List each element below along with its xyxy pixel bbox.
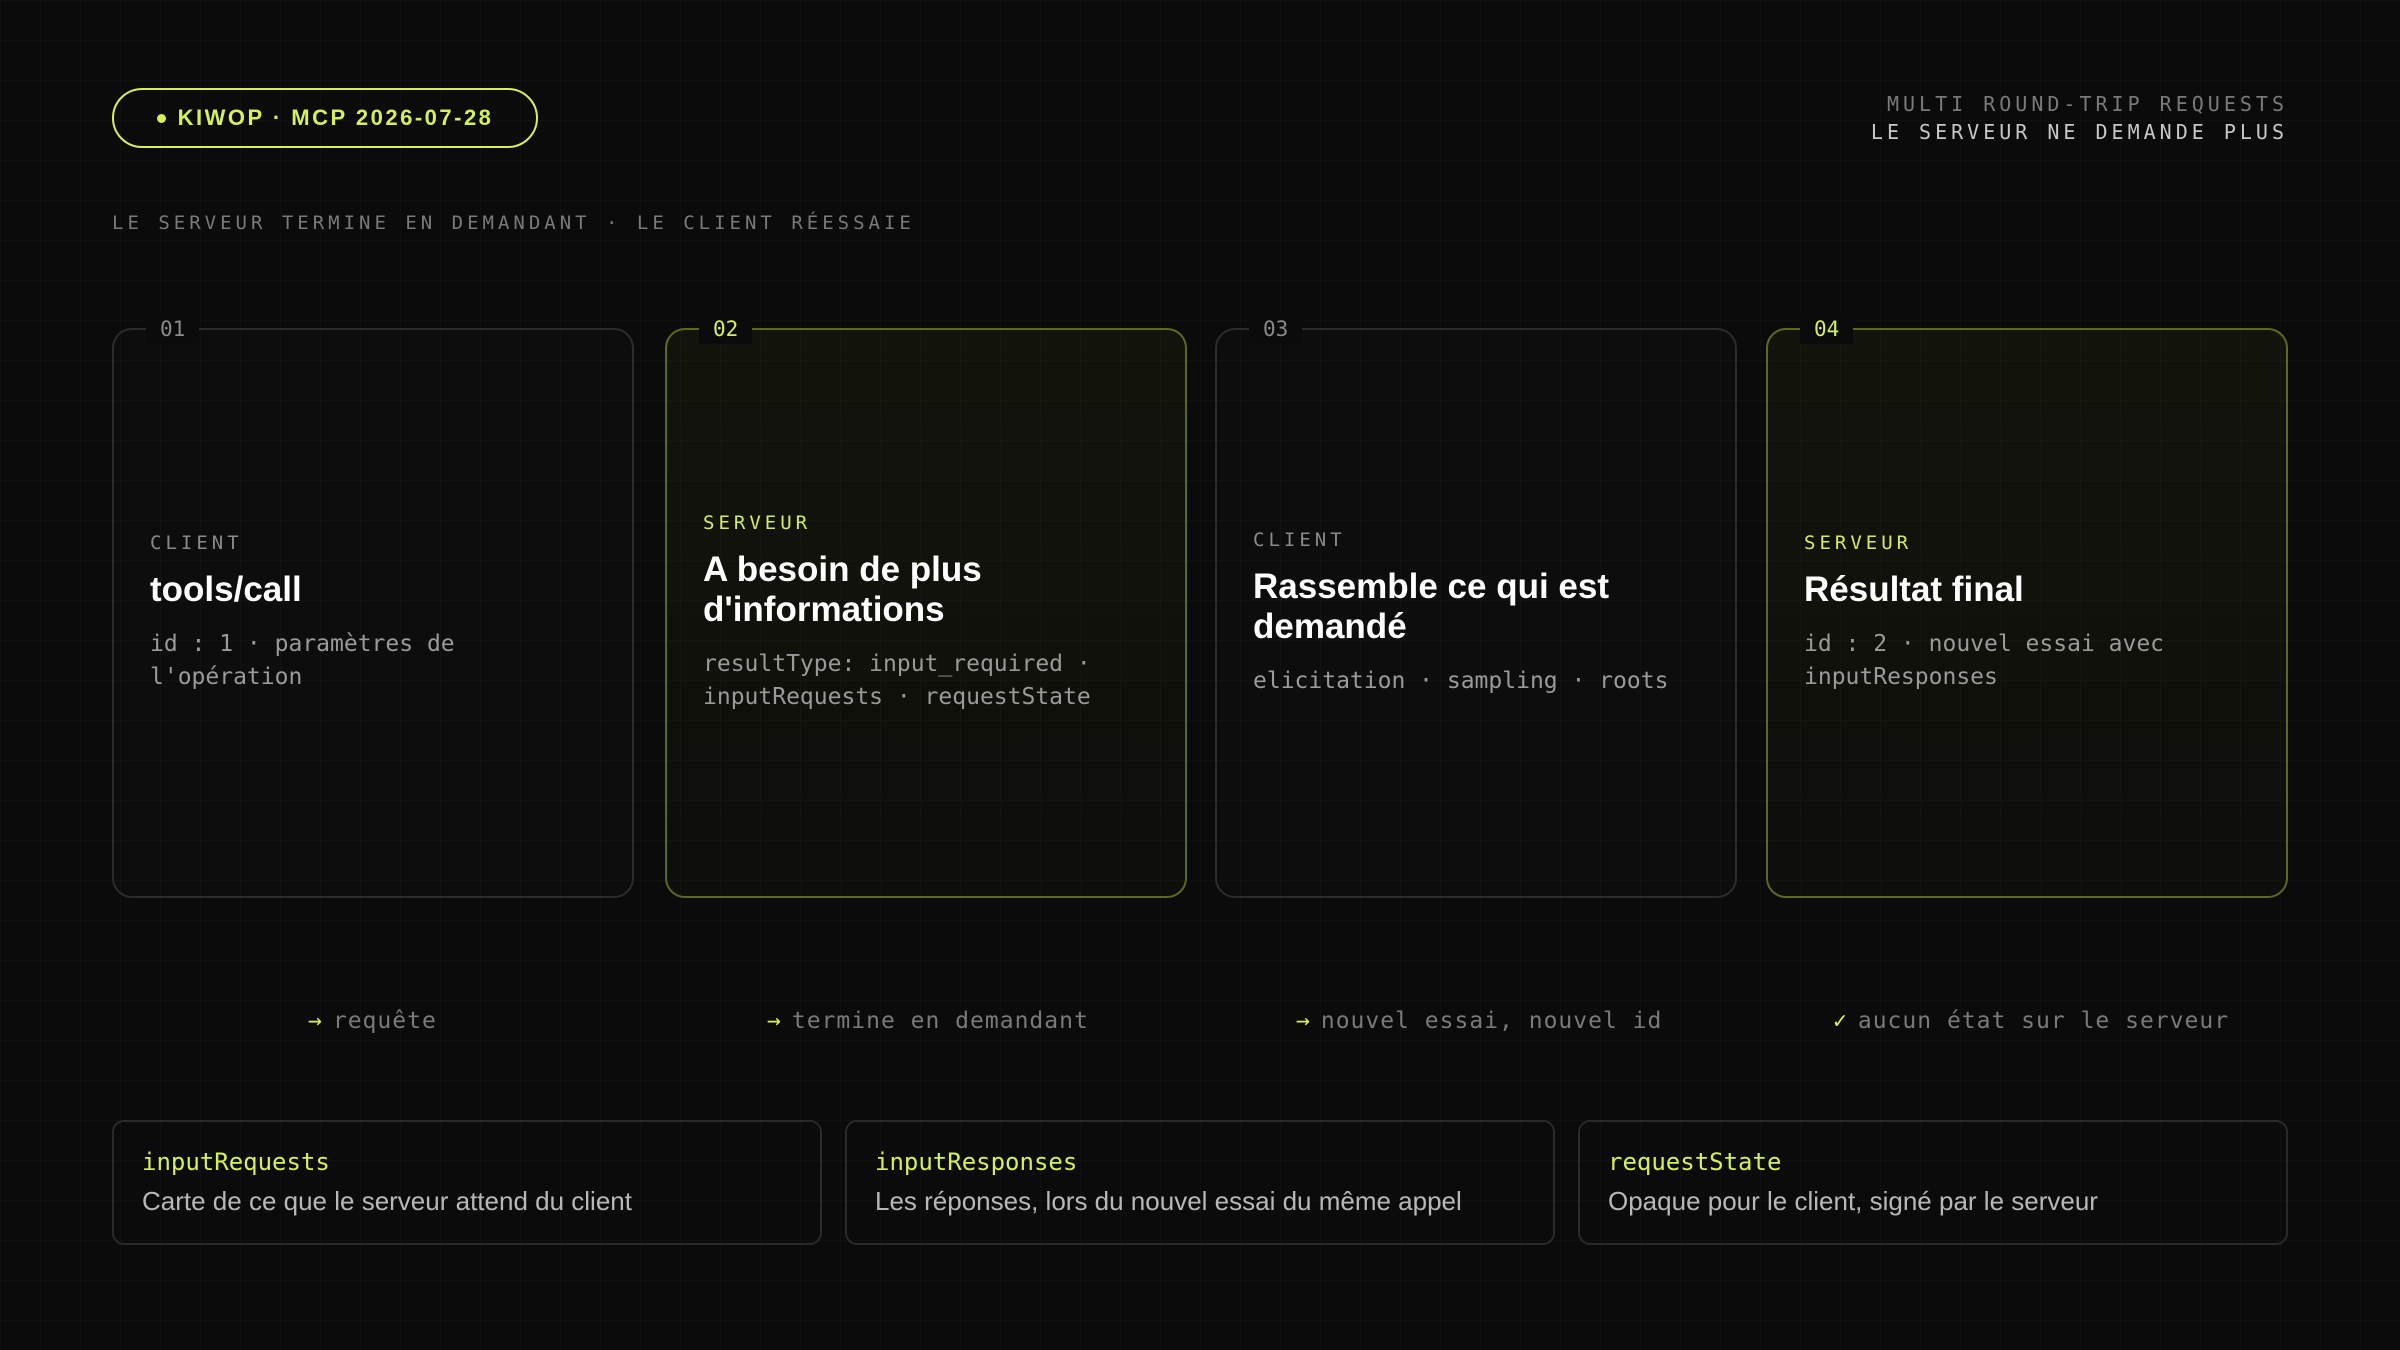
header-tagline: MULTI ROUND-TRIP REQUESTS LE SERVEUR NE …	[1871, 90, 2288, 146]
field-description: Opaque pour le client, signé par le serv…	[1608, 1186, 2098, 1216]
step-card-1: 01 CLIENT tools/call id : 1 · paramètres…	[112, 314, 634, 898]
arrow-right-icon: →	[767, 1008, 782, 1034]
version-badge: KIWOP · MCP 2026-07-28	[112, 88, 538, 148]
caption-3: → nouvel essai, nouvel id	[1296, 1008, 1662, 1034]
field-key: inputResponses	[875, 1148, 1078, 1176]
field-box-request-state: requestState Opaque pour le client, sign…	[1578, 1120, 2288, 1245]
step-card-3: 03 CLIENT Rassemble ce qui est demandé e…	[1215, 314, 1737, 898]
step-title: tools/call	[150, 570, 302, 609]
step-title: A besoin de plus d'informations	[703, 550, 982, 629]
field-box-input-responses: inputResponses Les réponses, lors du nou…	[845, 1120, 1555, 1245]
page-subtitle: LE SERVEUR TERMINE EN DEMANDANT · LE CLI…	[112, 212, 915, 234]
status-dot-icon	[156, 113, 166, 123]
step-role: SERVEUR	[703, 512, 812, 534]
badge-label: KIWOP · MCP 2026-07-28	[177, 105, 494, 130]
step-description: id : 1 · paramètres de l'opération	[150, 631, 455, 690]
field-description: Carte de ce que le serveur attend du cli…	[142, 1186, 632, 1216]
step-description: resultType: input_required · inputReques…	[703, 651, 1091, 710]
step-title: Rassemble ce qui est demandé	[1253, 566, 1609, 646]
step-role: CLIENT	[1253, 528, 1346, 551]
field-key: requestState	[1608, 1148, 1782, 1176]
step-card-2: 02 SERVEUR A besoin de plus d'informatio…	[665, 314, 1187, 898]
step-description: id : 2 · nouvel essai avec inputResponse…	[1804, 631, 2165, 690]
header-line-1: MULTI ROUND-TRIP REQUESTS	[1886, 92, 2288, 116]
caption-2: → termine en demandant	[767, 1008, 1089, 1034]
field-box-input-requests: inputRequests Carte de ce que le serveur…	[112, 1120, 822, 1245]
step-role: CLIENT	[150, 532, 243, 554]
field-key: inputRequests	[142, 1148, 330, 1176]
arrow-right-icon: →	[308, 1008, 323, 1034]
caption-text: termine en demandant	[791, 1008, 1089, 1034]
header-line-2: LE SERVEUR NE DEMANDE PLUS	[1870, 120, 2288, 144]
step-card-4: 04 SERVEUR Résultat final id : 2 · nouve…	[1766, 314, 2288, 898]
step-title: Résultat final	[1804, 570, 2024, 609]
caption-1: → requête	[308, 1008, 437, 1034]
field-description: Les réponses, lors du nouvel essai du mê…	[875, 1186, 1462, 1216]
caption-text: nouvel essai, nouvel id	[1320, 1008, 1663, 1034]
step-role: SERVEUR	[1804, 532, 1913, 554]
check-icon: ✓	[1833, 1008, 1848, 1034]
caption-text: requête	[332, 1008, 437, 1034]
caption-text: aucun état sur le serveur	[1857, 1008, 2230, 1034]
step-description: elicitation · sampling · roots	[1253, 667, 1669, 694]
caption-4: ✓ aucun état sur le serveur	[1833, 1008, 2229, 1034]
arrow-right-icon: →	[1296, 1008, 1311, 1034]
